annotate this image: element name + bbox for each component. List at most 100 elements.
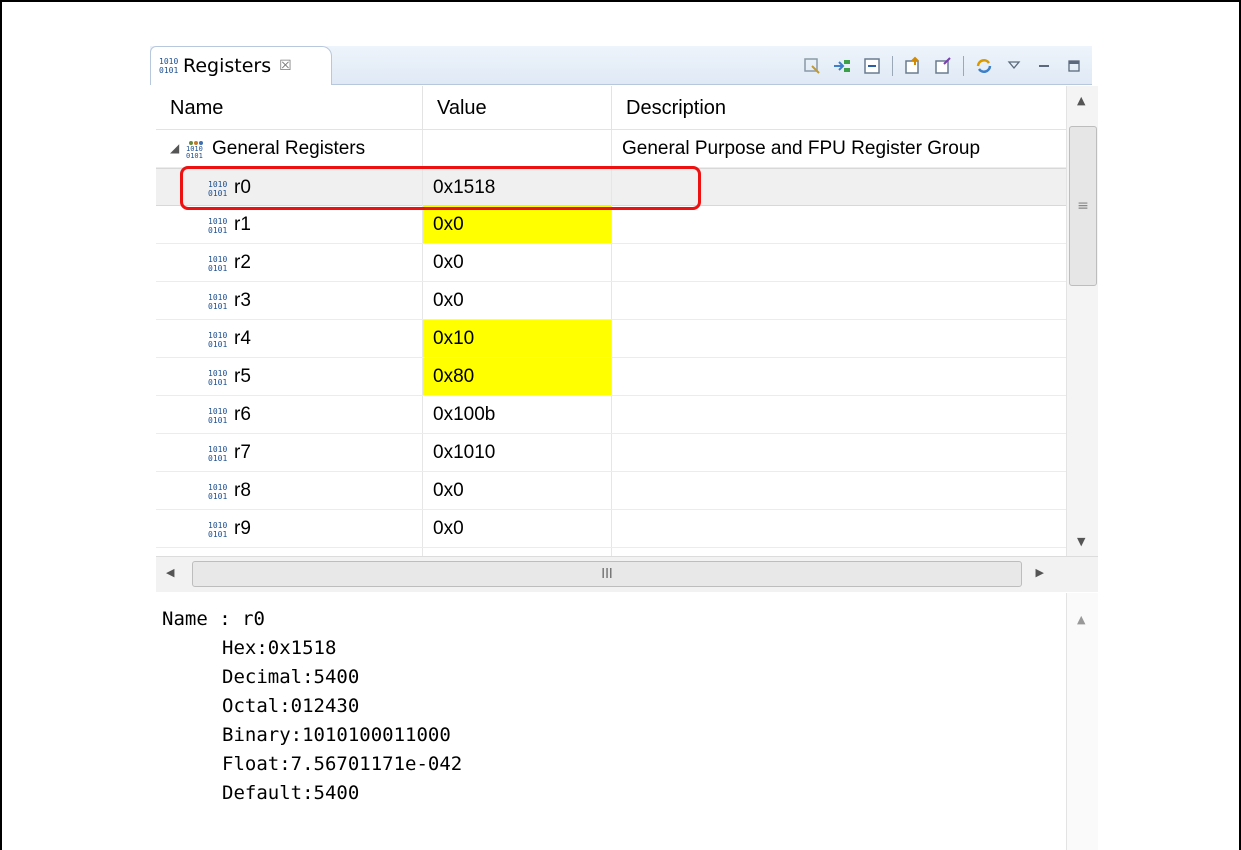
- register-description-cell: [612, 282, 1066, 319]
- close-icon[interactable]: ☒: [279, 58, 292, 74]
- register-details-pane[interactable]: Name : r0 Hex:0x1518 Decimal:5400 Octal:012…: [156, 593, 1066, 850]
- register-row[interactable]: 1010 0101 r0 0x1518: [156, 168, 1066, 206]
- horizontal-scroll-thumb[interactable]: III: [192, 561, 1022, 587]
- minimize-icon[interactable]: [1032, 54, 1056, 78]
- column-header-name[interactable]: Name: [156, 86, 423, 129]
- register-description-cell: [612, 244, 1066, 281]
- register-value-cell[interactable]: 0x0: [423, 206, 612, 243]
- register-name: r4: [234, 328, 251, 349]
- register-row[interactable]: 1010 0101 r9 0x0: [156, 510, 1066, 548]
- view-toolbar: [800, 53, 1086, 79]
- register-name: r0: [234, 177, 251, 198]
- import-icon[interactable]: [931, 54, 955, 78]
- registers-icon: 1010 0101: [159, 57, 178, 75]
- svg-text:1010: 1010: [208, 217, 227, 226]
- svg-text:0101: 0101: [208, 189, 227, 197]
- register-value-cell[interactable]: 0x0: [423, 510, 612, 547]
- register-row[interactable]: 1010 0101 r5 0x80: [156, 358, 1066, 396]
- details-name: Name : r0: [162, 608, 265, 630]
- scroll-up-icon[interactable]: ▲: [1077, 613, 1085, 626]
- register-value-cell[interactable]: 0x0: [423, 472, 612, 509]
- register-description-cell: [612, 169, 1066, 206]
- vertical-scroll-thumb[interactable]: ≡: [1069, 126, 1097, 286]
- svg-text:0101: 0101: [186, 152, 203, 158]
- register-value-cell[interactable]: 0x0: [423, 244, 612, 281]
- group-value: [423, 130, 612, 167]
- register-name: r5: [234, 366, 251, 387]
- svg-text:1010: 1010: [208, 293, 227, 302]
- register-row[interactable]: 1010 0101 r3 0x0: [156, 282, 1066, 320]
- tab-label: Registers: [183, 55, 272, 77]
- svg-text:0101: 0101: [208, 530, 227, 538]
- svg-text:0101: 0101: [208, 226, 227, 234]
- register-name-cell: 1010 0101 r2: [156, 244, 423, 281]
- register-description-cell: [612, 548, 1066, 556]
- register-row[interactable]: 1010 0101 r7 0x1010: [156, 434, 1066, 472]
- register-name-cell: 1010 0101 r3: [156, 282, 423, 319]
- svg-text:0101: 0101: [208, 264, 227, 272]
- svg-text:0101: 0101: [208, 416, 227, 424]
- register-value-cell[interactable]: 0x1518: [423, 169, 612, 206]
- grip-icon: ≡: [1077, 198, 1089, 214]
- register-value-cell[interactable]: 0x0: [423, 282, 612, 319]
- register-value-cell[interactable]: 0x80: [423, 358, 612, 395]
- svg-text:1010: 1010: [208, 180, 227, 189]
- register-icon: 10100101: [208, 255, 227, 272]
- register-value-cell[interactable]: 0x1010: [423, 434, 612, 471]
- register-row[interactable]: 10100101r100x0: [156, 548, 1066, 556]
- scroll-corner: [1066, 556, 1098, 592]
- group-name: General Registers: [212, 138, 366, 159]
- register-icon: 10100101: [208, 407, 227, 424]
- svg-text:0101: 0101: [208, 454, 227, 462]
- register-icon: 10100101: [208, 483, 227, 500]
- register-value-cell[interactable]: 0x10: [423, 320, 612, 357]
- register-row[interactable]: 1010 0101 r2 0x0: [156, 244, 1066, 282]
- details-vertical-scrollbar[interactable]: ▲: [1066, 593, 1098, 850]
- svg-text:0101: 0101: [159, 66, 178, 75]
- column-header-value[interactable]: Value: [423, 86, 612, 129]
- svg-text:0101: 0101: [208, 492, 227, 500]
- details-octal: Octal:012430: [222, 695, 360, 717]
- details-hex: Hex:0x1518: [222, 637, 337, 659]
- link-icon[interactable]: [830, 54, 854, 78]
- register-icon: 10100101: [208, 217, 227, 234]
- register-row[interactable]: 1010 0101 r8 0x0: [156, 472, 1066, 510]
- svg-text:0101: 0101: [208, 302, 227, 310]
- collapse-all-icon[interactable]: [860, 54, 884, 78]
- register-row[interactable]: 1010 0101 r4 0x10: [156, 320, 1066, 358]
- register-row[interactable]: 1010 0101 r6 0x100b: [156, 396, 1066, 434]
- refresh-icon[interactable]: [972, 54, 996, 78]
- register-row[interactable]: 1010 0101 r1 0x0: [156, 206, 1066, 244]
- export-icon[interactable]: [901, 54, 925, 78]
- register-name: r7: [234, 442, 251, 463]
- scroll-up-icon[interactable]: ▲: [1077, 94, 1085, 107]
- register-value-cell[interactable]: 0x100b: [423, 396, 612, 433]
- register-name-cell: 1010 0101 r0: [156, 169, 423, 206]
- scroll-right-icon[interactable]: ▶: [1036, 566, 1044, 579]
- svg-text:1010: 1010: [208, 369, 227, 378]
- select-in-editor-icon[interactable]: [800, 54, 824, 78]
- register-name: r6: [234, 404, 251, 425]
- register-name-cell: 1010 0101 r4: [156, 320, 423, 357]
- scroll-down-icon[interactable]: ▼: [1077, 535, 1085, 548]
- column-header-description[interactable]: Description: [612, 86, 1066, 129]
- scroll-left-icon[interactable]: ◀: [166, 566, 174, 579]
- register-name: r10: [234, 548, 261, 556]
- table-vertical-scrollbar[interactable]: ▲ ≡ ▼: [1066, 86, 1098, 556]
- register-name: r2: [234, 252, 251, 273]
- table-header: Name Value Description: [156, 86, 1066, 130]
- group-row-general-registers[interactable]: ◢ 1010 0101 General Registers General Pu…: [156, 130, 1066, 168]
- register-name-cell: 1010 0101 r9: [156, 510, 423, 547]
- svg-text:1010: 1010: [208, 255, 227, 264]
- view-menu-icon[interactable]: [1002, 54, 1026, 78]
- svg-text:1010: 1010: [208, 445, 227, 454]
- register-name-cell: 1010 0101 r8: [156, 472, 423, 509]
- table-horizontal-scrollbar[interactable]: ◀ III ▶: [156, 556, 1066, 592]
- maximize-icon[interactable]: [1062, 54, 1086, 78]
- svg-text:1010: 1010: [208, 407, 227, 416]
- expand-triangle-icon[interactable]: ◢: [170, 130, 186, 167]
- register-value-cell[interactable]: 0x0: [423, 548, 612, 556]
- register-icon: 10100101: [208, 331, 227, 348]
- tab-registers[interactable]: 1010 0101 Registers ☒: [150, 46, 332, 85]
- register-icon: 10100101: [208, 293, 227, 310]
